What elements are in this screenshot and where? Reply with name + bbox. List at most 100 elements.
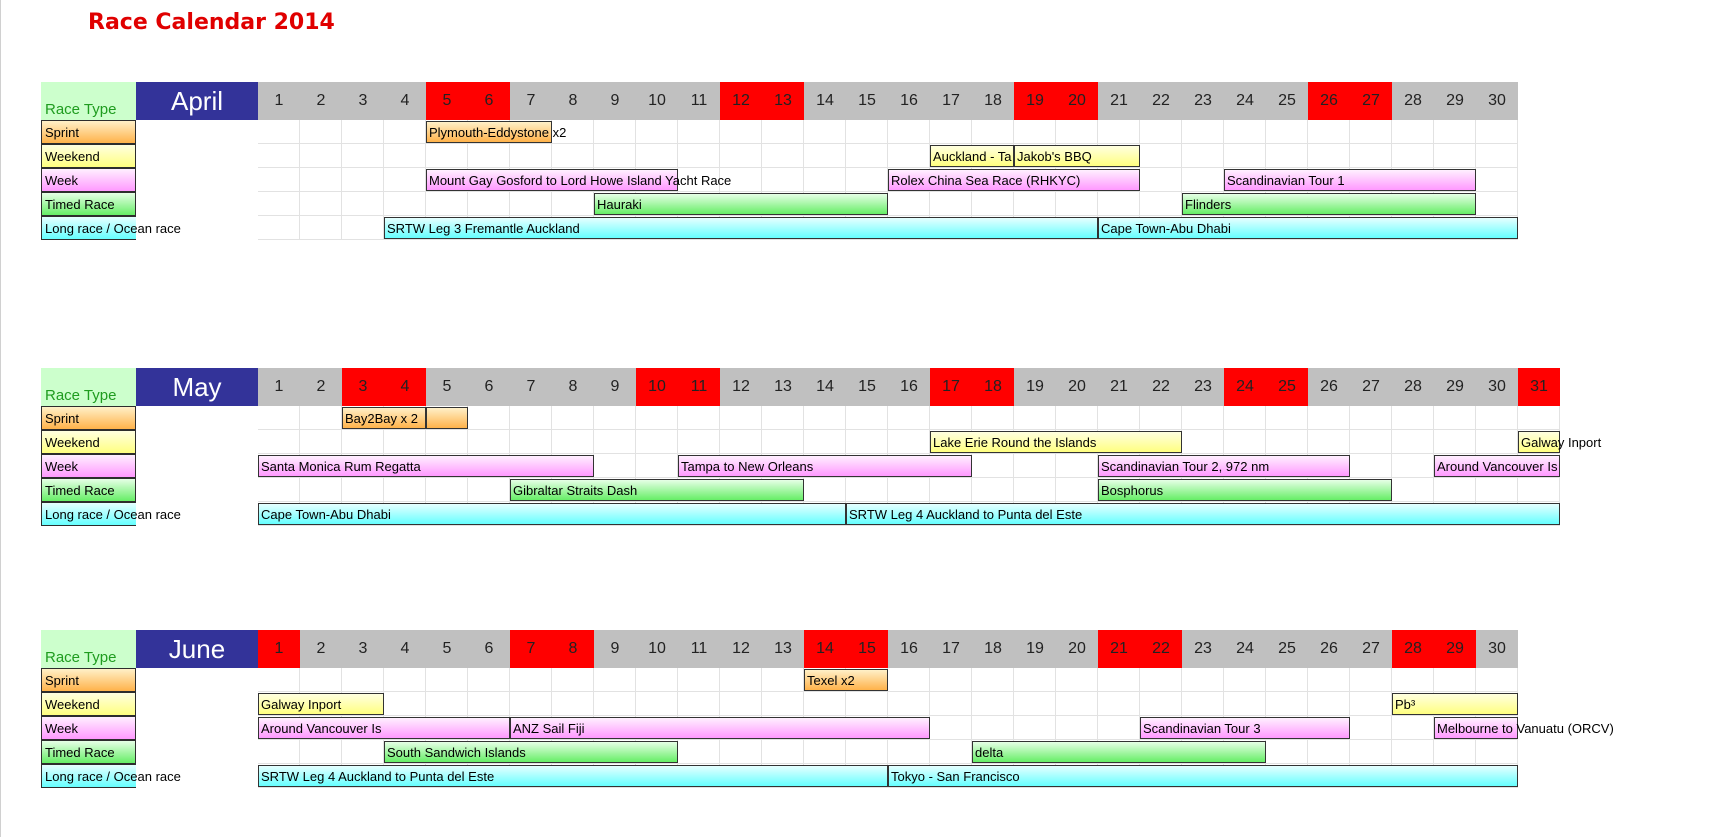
race-bar-long[interactable]: SRTW Leg 4 Auckland to Punta del Este [258,765,888,787]
grid-cell[interactable] [300,216,342,240]
grid-cell[interactable] [1350,144,1392,168]
grid-cell[interactable] [972,692,1014,716]
day-header-2[interactable]: 2 [300,82,342,120]
day-header-12[interactable]: 12 [720,82,762,120]
grid-cell[interactable] [1434,120,1476,144]
grid-cell[interactable] [678,144,720,168]
grid-cell[interactable] [1224,144,1266,168]
grid-cell[interactable] [678,120,720,144]
grid-cell[interactable] [804,740,846,764]
grid-cell[interactable] [1392,454,1434,478]
grid-cell[interactable] [1350,406,1392,430]
grid-cell[interactable] [1350,740,1392,764]
grid-cell[interactable] [1098,716,1140,740]
grid-cell[interactable] [1392,120,1434,144]
grid-cell[interactable] [552,192,594,216]
grid-cell[interactable] [426,144,468,168]
day-header-18[interactable]: 18 [972,368,1014,406]
day-header-14[interactable]: 14 [804,82,846,120]
grid-cell[interactable] [888,478,930,502]
grid-cell[interactable] [720,430,762,454]
day-header-18[interactable]: 18 [972,630,1014,668]
grid-cell[interactable] [762,430,804,454]
grid-cell[interactable] [1056,120,1098,144]
grid-cell[interactable] [846,168,888,192]
grid-cell[interactable] [468,406,510,430]
grid-cell[interactable] [762,692,804,716]
day-header-9[interactable]: 9 [594,82,636,120]
grid-cell[interactable] [1266,430,1308,454]
grid-cell[interactable] [1308,406,1350,430]
grid-cell[interactable] [636,144,678,168]
day-header-26[interactable]: 26 [1308,82,1350,120]
grid-cell[interactable] [258,430,300,454]
race-bar-week[interactable]: Melbourne to Vanuatu (ORCV) [1434,717,1614,739]
grid-cell[interactable] [300,144,342,168]
day-header-25[interactable]: 25 [1266,368,1308,406]
grid-cell[interactable] [468,668,510,692]
day-header-30[interactable]: 30 [1476,368,1518,406]
race-bar-long[interactable]: Cape Town-Abu Dhabi [1098,217,1518,239]
grid-cell[interactable] [1182,120,1224,144]
day-header-29[interactable]: 29 [1434,630,1476,668]
grid-cell[interactable] [384,478,426,502]
grid-cell[interactable] [342,168,384,192]
grid-cell[interactable] [804,406,846,430]
grid-cell[interactable] [342,216,384,240]
day-header-25[interactable]: 25 [1266,630,1308,668]
grid-cell[interactable] [804,478,846,502]
grid-cell[interactable] [1266,144,1308,168]
race-bar-timed[interactable]: South Sandwich Islands [384,741,678,763]
grid-cell[interactable] [510,144,552,168]
grid-cell[interactable] [300,168,342,192]
day-header-24[interactable]: 24 [1224,630,1266,668]
grid-cell[interactable] [1350,668,1392,692]
grid-cell[interactable] [552,430,594,454]
day-header-21[interactable]: 21 [1098,368,1140,406]
grid-cell[interactable] [426,430,468,454]
grid-cell[interactable] [1476,144,1518,168]
grid-cell[interactable] [1392,406,1434,430]
grid-cell[interactable] [594,120,636,144]
grid-cell[interactable] [426,478,468,502]
grid-cell[interactable] [720,120,762,144]
grid-cell[interactable] [762,144,804,168]
day-header-19[interactable]: 19 [1014,82,1056,120]
grid-cell[interactable] [804,168,846,192]
race-bar-sprint[interactable]: Plymouth-Eddystone x2 [426,121,566,143]
grid-cell[interactable] [1056,716,1098,740]
grid-cell[interactable] [1014,478,1056,502]
day-header-1[interactable]: 1 [258,368,300,406]
grid-cell[interactable] [258,120,300,144]
grid-cell[interactable] [342,192,384,216]
grid-cell[interactable] [1224,430,1266,454]
grid-cell[interactable] [1056,192,1098,216]
grid-cell[interactable] [1014,406,1056,430]
grid-cell[interactable] [1140,144,1182,168]
grid-cell[interactable] [1518,406,1560,430]
grid-cell[interactable] [762,168,804,192]
grid-cell[interactable] [930,692,972,716]
grid-cell[interactable] [342,668,384,692]
grid-cell[interactable] [930,668,972,692]
grid-cell[interactable] [846,740,888,764]
day-header-1[interactable]: 1 [258,82,300,120]
day-header-8[interactable]: 8 [552,630,594,668]
race-bar-timed[interactable]: Bosphorus [1098,479,1392,501]
race-bar-sprint[interactable]: Texel x2 [804,669,888,691]
grid-cell[interactable] [594,430,636,454]
grid-cell[interactable] [258,406,300,430]
day-header-12[interactable]: 12 [720,630,762,668]
grid-cell[interactable] [384,668,426,692]
day-header-31[interactable]: 31 [1518,368,1560,406]
grid-cell[interactable] [300,740,342,764]
grid-cell[interactable] [636,454,678,478]
grid-cell[interactable] [1434,668,1476,692]
grid-cell[interactable] [1350,120,1392,144]
grid-cell[interactable] [762,668,804,692]
grid-cell[interactable] [300,430,342,454]
grid-cell[interactable] [1350,454,1392,478]
race-bar-week[interactable]: Rolex China Sea Race (RHKYC) [888,169,1140,191]
grid-cell[interactable] [930,478,972,502]
grid-cell[interactable] [258,478,300,502]
